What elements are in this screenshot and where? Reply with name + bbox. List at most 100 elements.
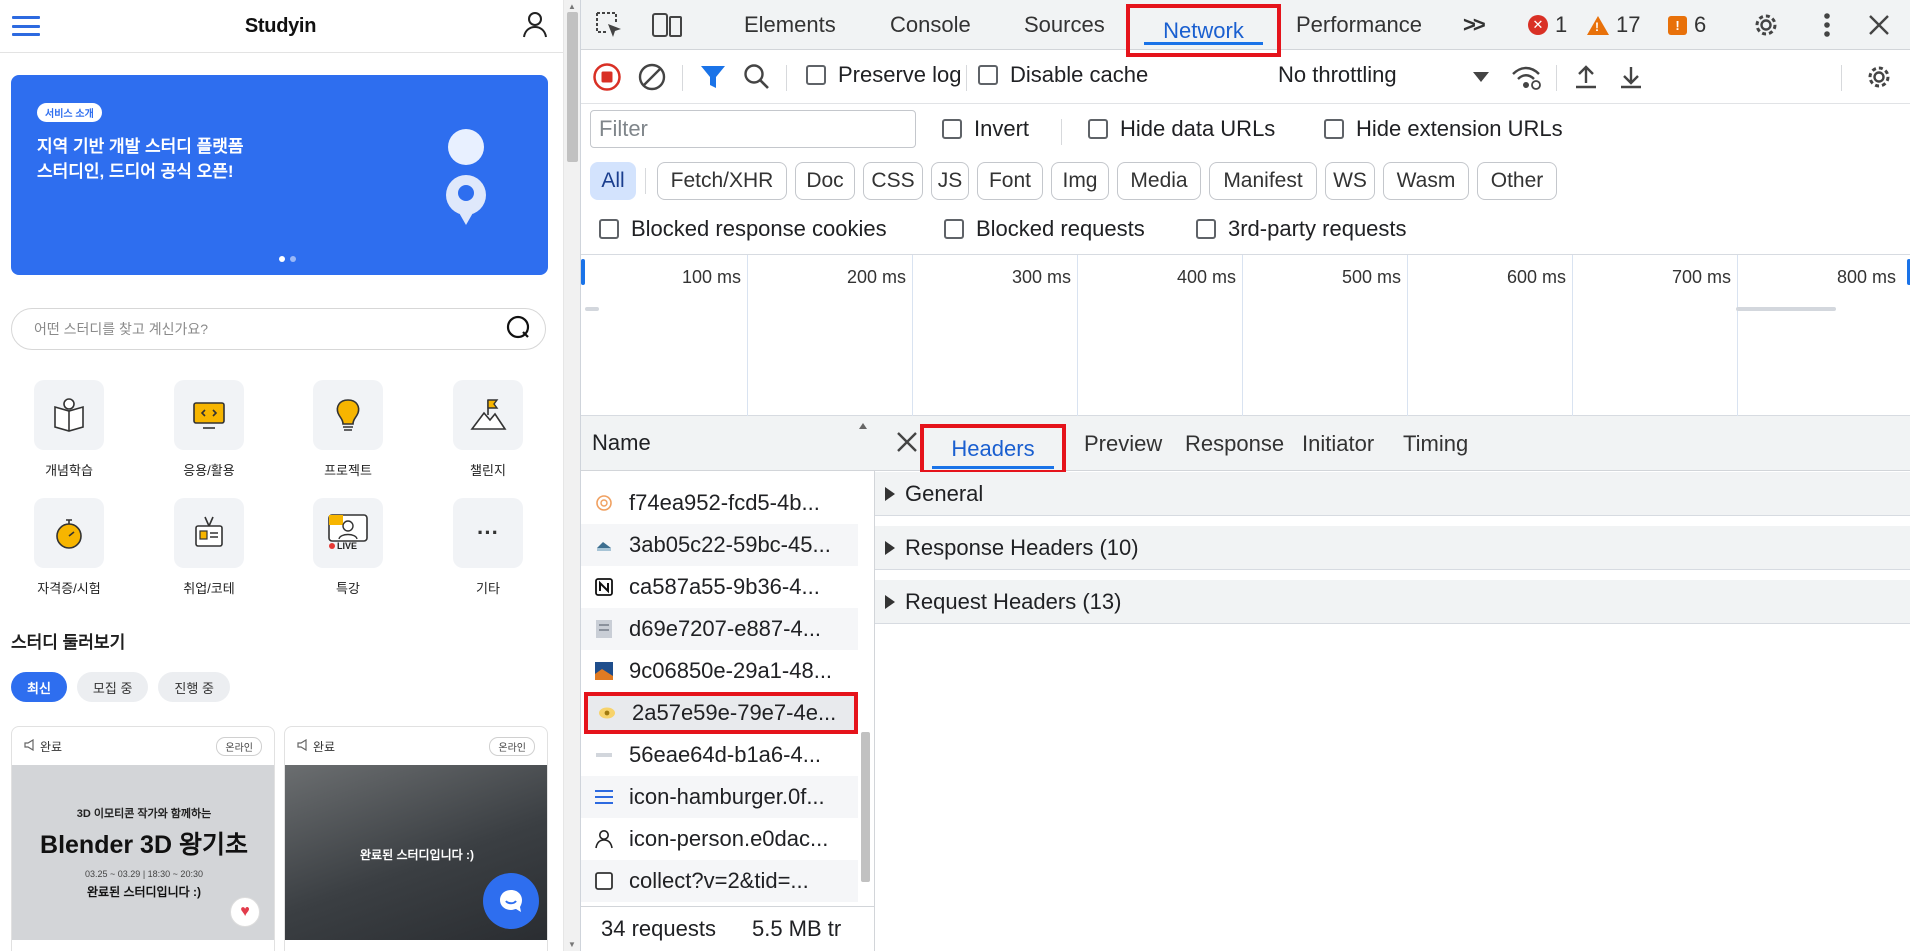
checkbox-box[interactable]: [599, 219, 619, 239]
filter-funnel-icon[interactable]: [697, 61, 729, 93]
error-count[interactable]: ✕ 1: [1528, 12, 1567, 38]
chip-in-progress[interactable]: 진행 중: [158, 672, 230, 702]
type-wasm[interactable]: Wasm: [1383, 162, 1469, 200]
more-tabs-chevron-icon[interactable]: >>: [1463, 0, 1486, 50]
kebab-menu-icon[interactable]: [1811, 9, 1843, 41]
checkbox-box[interactable]: [944, 219, 964, 239]
checkbox-box[interactable]: [1324, 119, 1344, 139]
type-img[interactable]: Img: [1051, 162, 1109, 200]
inspect-element-icon[interactable]: [593, 9, 625, 41]
blocked-cookies-checkbox[interactable]: Blocked response cookies: [599, 216, 887, 242]
checkbox-box[interactable]: [1196, 219, 1216, 239]
scrollbar-thumb[interactable]: [861, 732, 870, 882]
request-row[interactable]: 9c06850e-29a1-48...: [581, 650, 858, 692]
type-fetch-xhr[interactable]: Fetch/XHR: [657, 162, 787, 200]
export-har-download-icon[interactable]: [1615, 61, 1647, 93]
request-row[interactable]: 56eae64d-b1a6-4...: [581, 734, 858, 776]
throttling-select[interactable]: No throttling: [1278, 62, 1397, 88]
category-concept[interactable]: 개념학습: [14, 380, 124, 479]
tab-performance[interactable]: Performance: [1296, 0, 1422, 50]
type-other[interactable]: Other: [1477, 162, 1557, 200]
network-settings-gear-icon[interactable]: [1863, 61, 1895, 93]
tab-response[interactable]: Response: [1185, 416, 1284, 471]
name-column-header[interactable]: Name: [581, 416, 875, 471]
search-icon[interactable]: [505, 314, 531, 345]
scrollbar-thumb[interactable]: [567, 12, 578, 162]
category-challenge[interactable]: 챌린지: [433, 380, 543, 479]
checkbox-box[interactable]: [978, 65, 998, 85]
tab-sources[interactable]: Sources: [1024, 0, 1105, 50]
tab-preview[interactable]: Preview: [1084, 416, 1162, 471]
third-party-checkbox[interactable]: 3rd-party requests: [1196, 216, 1407, 242]
section-response-headers[interactable]: Response Headers (10): [875, 526, 1910, 570]
brand-logo[interactable]: Studyin: [245, 15, 317, 38]
request-row[interactable]: ca587a55-9b36-4...: [581, 566, 858, 608]
request-row[interactable]: icon-hamburger.0f...: [581, 776, 858, 818]
tab-console[interactable]: Console: [890, 0, 971, 50]
request-row[interactable]: collect?v=2&tid=...: [581, 860, 858, 902]
request-row-selected[interactable]: 2a57e59e-79e7-4e...: [584, 692, 858, 734]
hamburger-menu-icon[interactable]: [12, 16, 40, 36]
section-general[interactable]: General: [875, 472, 1910, 516]
category-applied[interactable]: 응용/활용: [154, 380, 264, 479]
section-request-headers[interactable]: Request Headers (13): [875, 580, 1910, 624]
request-list-scrollbar[interactable]: [858, 482, 873, 898]
heart-icon[interactable]: ♥: [230, 897, 260, 927]
category-etc[interactable]: ··· 기타: [433, 498, 543, 597]
category-certificate[interactable]: 자격증/시험: [14, 498, 124, 597]
type-doc[interactable]: Doc: [795, 162, 855, 200]
timeline-left-handle[interactable]: [581, 259, 585, 285]
issues-count[interactable]: ! 6: [1668, 12, 1706, 38]
chip-recruiting[interactable]: 모집 중: [76, 672, 149, 702]
hide-data-urls-checkbox[interactable]: Hide data URLs: [1088, 116, 1275, 142]
banner-pagination[interactable]: [279, 256, 296, 262]
category-project[interactable]: 프로젝트: [293, 380, 403, 479]
request-row[interactable]: icon-person.e0dac...: [581, 818, 858, 860]
import-har-upload-icon[interactable]: [1570, 61, 1602, 93]
checkbox-box[interactable]: [1088, 119, 1108, 139]
network-conditions-wifi-icon[interactable]: [1510, 61, 1542, 93]
disable-cache-checkbox[interactable]: Disable cache: [978, 62, 1148, 88]
type-js[interactable]: JS: [931, 162, 969, 200]
page-scrollbar[interactable]: ▲ ▼: [563, 0, 580, 951]
type-manifest[interactable]: Manifest: [1209, 162, 1317, 200]
tab-initiator[interactable]: Initiator: [1302, 416, 1374, 471]
chip-latest[interactable]: 최신: [11, 672, 67, 702]
device-toolbar-icon[interactable]: [651, 9, 683, 41]
tab-timing[interactable]: Timing: [1403, 416, 1468, 471]
request-row[interactable]: d69e7207-e887-4...: [581, 608, 858, 650]
invert-checkbox[interactable]: Invert: [942, 116, 1029, 142]
tab-elements[interactable]: Elements: [744, 0, 836, 50]
request-row[interactable]: 3ab05c22-59bc-45...: [581, 524, 858, 566]
warning-count[interactable]: ! 17: [1587, 12, 1640, 38]
chat-fab-icon[interactable]: [483, 873, 539, 929]
record-stop-icon[interactable]: [591, 61, 623, 93]
type-media[interactable]: Media: [1117, 162, 1201, 200]
preserve-log-checkbox[interactable]: Preserve log: [806, 62, 962, 88]
type-ws[interactable]: WS: [1325, 162, 1375, 200]
profile-icon[interactable]: [521, 10, 549, 43]
request-count: 34 requests: [601, 916, 716, 941]
promo-banner[interactable]: 서비스 소개 지역 기반 개발 스터디 플랫폼 스터디인, 드디어 공식 오픈!: [11, 75, 548, 275]
network-overview-timeline[interactable]: 100 ms 200 ms 300 ms 400 ms 500 ms 600 m…: [581, 254, 1910, 417]
search-icon[interactable]: [741, 61, 773, 93]
clear-icon[interactable]: [636, 61, 668, 93]
blocked-requests-checkbox[interactable]: Blocked requests: [944, 216, 1145, 242]
settings-gear-icon[interactable]: [1750, 9, 1782, 41]
type-css[interactable]: CSS: [863, 162, 923, 200]
study-search-bar[interactable]: 어떤 스터디를 찾고 계신가요?: [11, 308, 546, 350]
checkbox-box[interactable]: [942, 119, 962, 139]
checkbox-box[interactable]: [806, 65, 826, 85]
request-row[interactable]: f74ea952-fcd5-4b...: [581, 482, 858, 524]
category-career[interactable]: 취업/코테: [154, 498, 264, 597]
dropdown-caret-icon[interactable]: [1465, 61, 1497, 93]
search-input[interactable]: 어떤 스터디를 찾고 계신가요?: [34, 319, 208, 339]
type-font[interactable]: Font: [977, 162, 1043, 200]
hide-extension-urls-checkbox[interactable]: Hide extension URLs: [1324, 116, 1563, 142]
category-lecture[interactable]: LIVE 특강: [293, 498, 403, 597]
filter-input[interactable]: Filter: [590, 110, 916, 148]
close-devtools-icon[interactable]: [1863, 9, 1895, 41]
type-all[interactable]: All: [590, 162, 636, 200]
close-detail-icon[interactable]: [891, 426, 923, 458]
tab-headers[interactable]: Headers: [920, 424, 1066, 474]
